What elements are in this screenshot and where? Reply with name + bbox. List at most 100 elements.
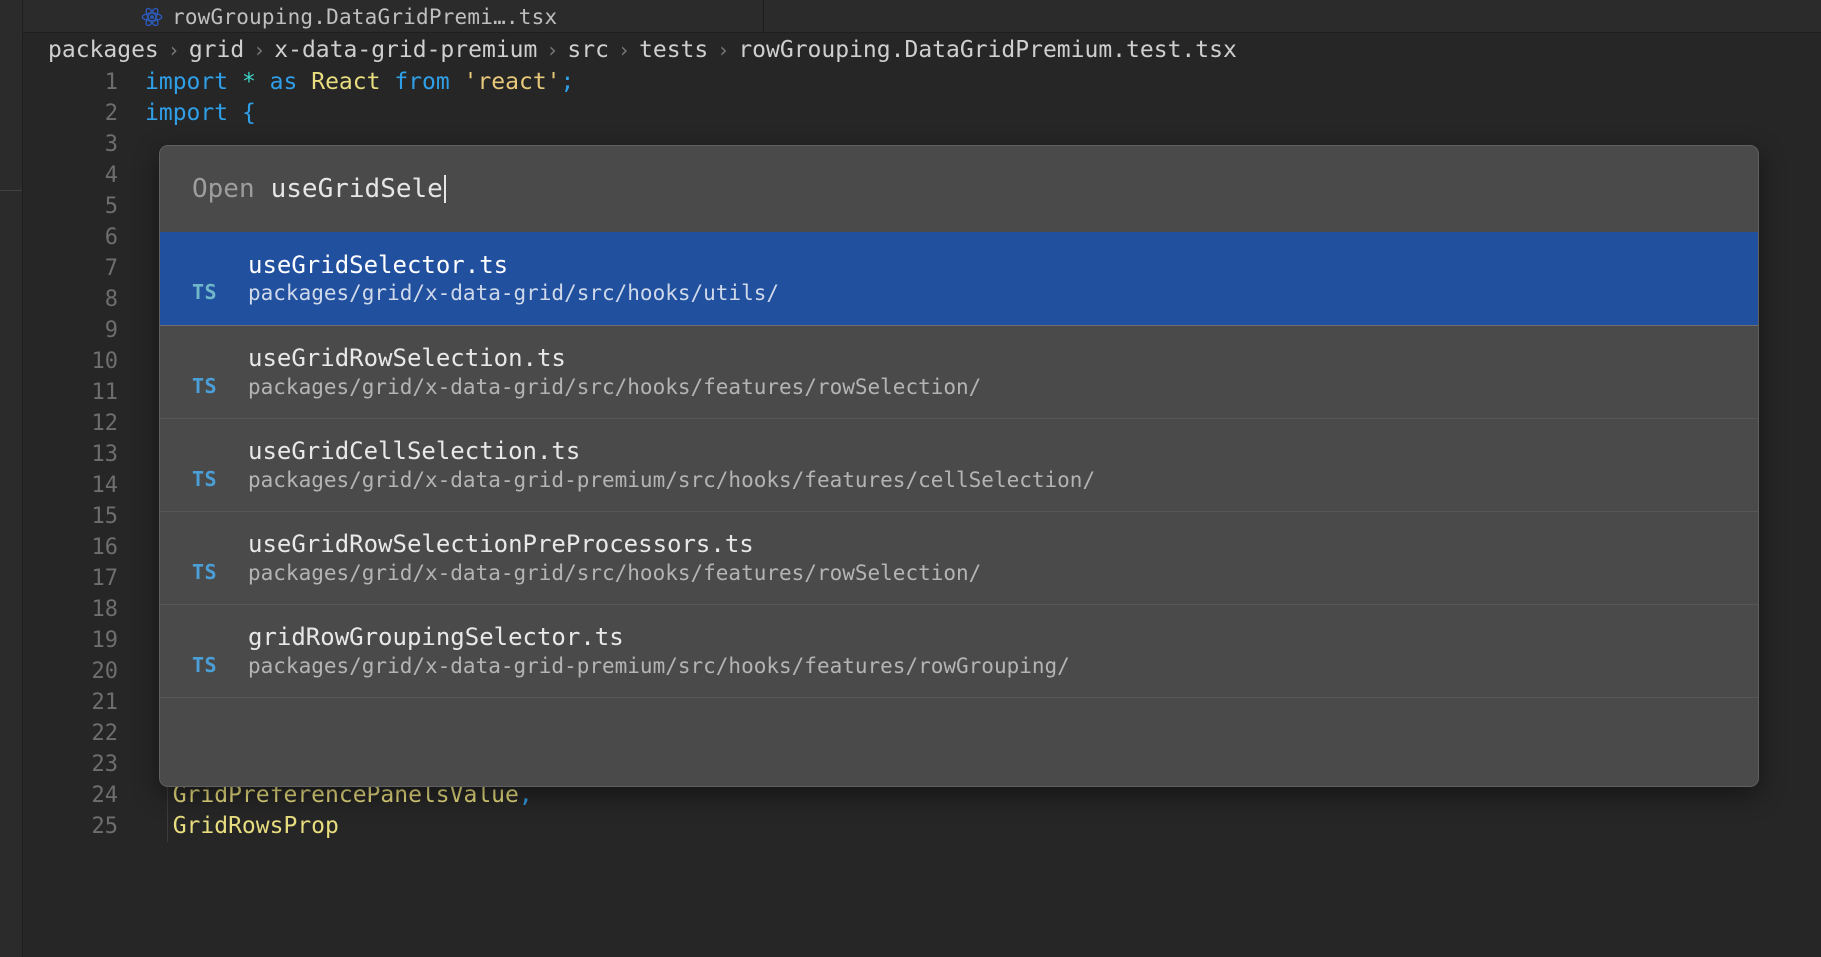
quick-open-result-filename: gridRowGroupingSelector.ts [248,623,624,652]
code-token: 'react' [463,69,561,95]
line-number: 4 [104,163,118,188]
line-number: 10 [91,349,119,374]
line-number: 24 [91,783,119,808]
line-number: 19 [91,628,119,653]
line-content: import * as React from 'react'; [145,67,1821,98]
line-number: 22 [91,721,119,746]
breadcrumb-separator: › [717,38,730,62]
quick-open-result-path: packages/grid/x-data-grid-premium/src/ho… [248,467,1096,492]
editor-group: rowGrouping.DataGridPremi….tsx packages ›… [23,0,1821,957]
line-number: 1 [104,70,118,95]
quick-open-result-text: useGridCellSelection.ts packages/grid/x-d… [248,438,1095,491]
quick-open-results-list[interactable]: TS useGridSelector.ts packages/grid/x-data… [160,232,1758,697]
code-line[interactable]: 2 import { [23,98,1821,129]
indent-guide [167,811,168,842]
code-token: ; [560,69,575,95]
line-number: 16 [91,535,119,560]
quick-open-dialog[interactable]: Open useGridSele TS useGridSelector.ts pac… [159,145,1759,787]
code-token: import [145,69,229,95]
breadcrumb-item[interactable]: packages [48,37,159,63]
breadcrumb-item[interactable]: tests [639,37,708,63]
tab-bar-empty-space [764,0,1821,33]
code-token: React [311,69,381,95]
line-number: 9 [104,318,118,343]
quick-open-result-text: useGridSelector.ts packages/grid/x-data-g… [248,250,780,306]
line-number: 21 [91,690,119,715]
breadcrumb-item[interactable]: src [567,37,609,63]
quick-open-result-path: packages/grid/x-data-grid-premium/src/ho… [248,653,1070,678]
typescript-file-icon: TS [192,280,218,304]
quick-open-result-filename: useGridCellSelection.ts [248,437,581,466]
line-number: 14 [91,473,119,498]
quick-open-result-row[interactable]: TS useGridRowSelectionPreProcessors.ts pac… [160,511,1758,604]
quick-open-result-path: packages/grid/x-data-grid/src/hooks/feat… [248,374,982,399]
quick-open-result-filename: useGridRowSelection.ts [248,344,566,373]
typescript-file-icon: TS [192,560,218,584]
quick-open-input-row[interactable]: Open useGridSele [160,146,1758,232]
line-number: 20 [91,659,119,684]
breadcrumb-item[interactable]: x-data-grid-premium [274,37,537,63]
typescript-file-icon: TS [192,467,218,491]
quick-open-input[interactable]: useGridSele [271,174,443,204]
line-number: 8 [104,287,118,312]
editor-tab-bar: rowGrouping.DataGridPremi….tsx [23,0,1821,33]
activity-bar[interactable] [0,0,22,957]
line-number: 5 [104,194,118,219]
code-token: GridRowsProp [145,813,339,839]
editor-tab-label: rowGrouping.DataGridPremi….tsx [172,4,558,29]
quick-open-footer [160,697,1758,786]
line-content: import { [145,98,1821,129]
quick-open-result-text: useGridRowSelection.ts packages/grid/x-da… [248,345,981,398]
react-icon [141,6,163,28]
line-number: 11 [91,380,119,405]
line-number: 6 [104,225,118,250]
quick-open-result-filename: useGridSelector.ts [248,250,509,279]
line-number: 15 [91,504,119,529]
breadcrumb-separator: › [167,38,180,62]
line-number: 2 [104,101,118,126]
line-number: 7 [104,256,118,281]
breadcrumb-item[interactable]: grid [189,37,244,63]
breadcrumb[interactable]: packages › grid › x-data-grid-premium › src › te… [23,33,1821,67]
code-token: as [269,69,298,95]
code-token: * [241,69,256,95]
quick-open-result-text: useGridRowSelectionPreProcessors.ts packa… [248,531,981,584]
line-content: GridRowsProp [145,811,1821,842]
quick-open-result-text: gridRowGroupingSelector.ts packages/grid/… [248,624,1070,677]
quick-open-result-filename: useGridRowSelectionPreProcessors.ts [248,530,754,559]
quick-open-result-row[interactable]: TS useGridCellSelection.ts packages/grid/x… [160,418,1758,511]
quick-open-result-row[interactable]: TS useGridRowSelection.ts packages/grid/x-… [160,325,1758,418]
line-number: 18 [91,597,119,622]
quick-open-result-row[interactable]: TS useGridSelector.ts packages/grid/x-data… [160,232,1758,325]
activity-bar-divider [0,190,22,191]
tab-separator [763,0,764,33]
line-number: 23 [91,752,119,777]
quick-open-result-row[interactable]: TS gridRowGroupingSelector.ts packages/gri… [160,604,1758,697]
code-token: { [241,100,256,126]
quick-open-result-path: packages/grid/x-data-grid/src/hooks/feat… [248,560,982,585]
breadcrumb-separator: › [617,38,631,62]
typescript-file-icon: TS [192,653,218,677]
quick-open-result-path: packages/grid/x-data-grid/src/hooks/util… [248,281,780,306]
breadcrumb-separator: › [253,38,266,62]
typescript-file-icon: TS [192,374,218,398]
code-line[interactable]: 1 import * as React from 'react'; [23,67,1821,98]
breadcrumb-separator: › [546,38,559,62]
text-caret [443,175,446,203]
line-number: 17 [91,566,119,591]
breadcrumb-item[interactable]: rowGrouping.DataGridPremium.test.tsx [738,37,1237,63]
line-number: 25 [91,814,119,839]
code-line[interactable]: 25 GridRowsProp [23,811,1821,842]
line-number: 13 [91,442,119,467]
editor-tab-active[interactable]: rowGrouping.DataGridPremi….tsx [45,0,763,33]
code-token: from [394,69,450,95]
line-number: 3 [104,132,118,157]
code-token: import [145,100,229,126]
line-number: 12 [91,411,119,436]
